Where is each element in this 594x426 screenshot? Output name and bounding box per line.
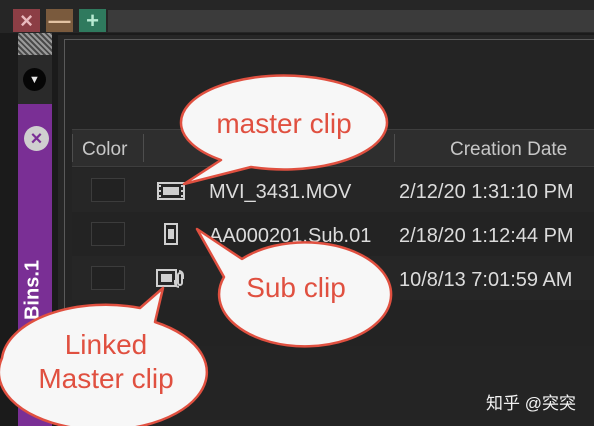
column-separator[interactable] (394, 134, 395, 162)
minimize-window-button[interactable]: — (46, 9, 73, 32)
creation-date-value: 2/18/20 1:12:44 PM (399, 225, 574, 247)
close-window-button[interactable]: × (13, 9, 40, 32)
linked-master-clip-callout-line1: Linked (64, 329, 148, 360)
sidebar-drag-handle[interactable] (18, 33, 52, 55)
maximize-window-button[interactable]: + (79, 9, 106, 32)
watermark: 知乎 @突突 (486, 394, 576, 413)
column-separator (72, 134, 73, 162)
window-tab-strip (108, 10, 594, 32)
color-swatch[interactable] (91, 178, 125, 202)
bin-dropdown-button[interactable]: ▼ (23, 68, 46, 91)
column-separator[interactable] (143, 134, 144, 162)
sub-clip-icon (164, 223, 178, 245)
color-swatch[interactable] (91, 222, 125, 246)
close-bin-button[interactable]: × (24, 126, 49, 151)
sub-clip-callout: Sub clip (195, 227, 393, 348)
creation-date-value: 10/8/13 7:01:59 AM (399, 269, 573, 291)
column-header-color[interactable]: Color (82, 139, 127, 161)
sub-clip-callout-text: Sub clip (246, 272, 346, 303)
linked-master-clip-callout: Linked Master clip (0, 286, 212, 426)
creation-date-value: 2/12/20 1:31:10 PM (399, 181, 574, 203)
column-header-creation-date[interactable]: Creation Date (450, 139, 567, 161)
master-clip-callout-text: master clip (216, 108, 352, 139)
linked-master-clip-callout-line2: Master clip (38, 363, 174, 394)
master-clip-callout: master clip (179, 74, 389, 186)
